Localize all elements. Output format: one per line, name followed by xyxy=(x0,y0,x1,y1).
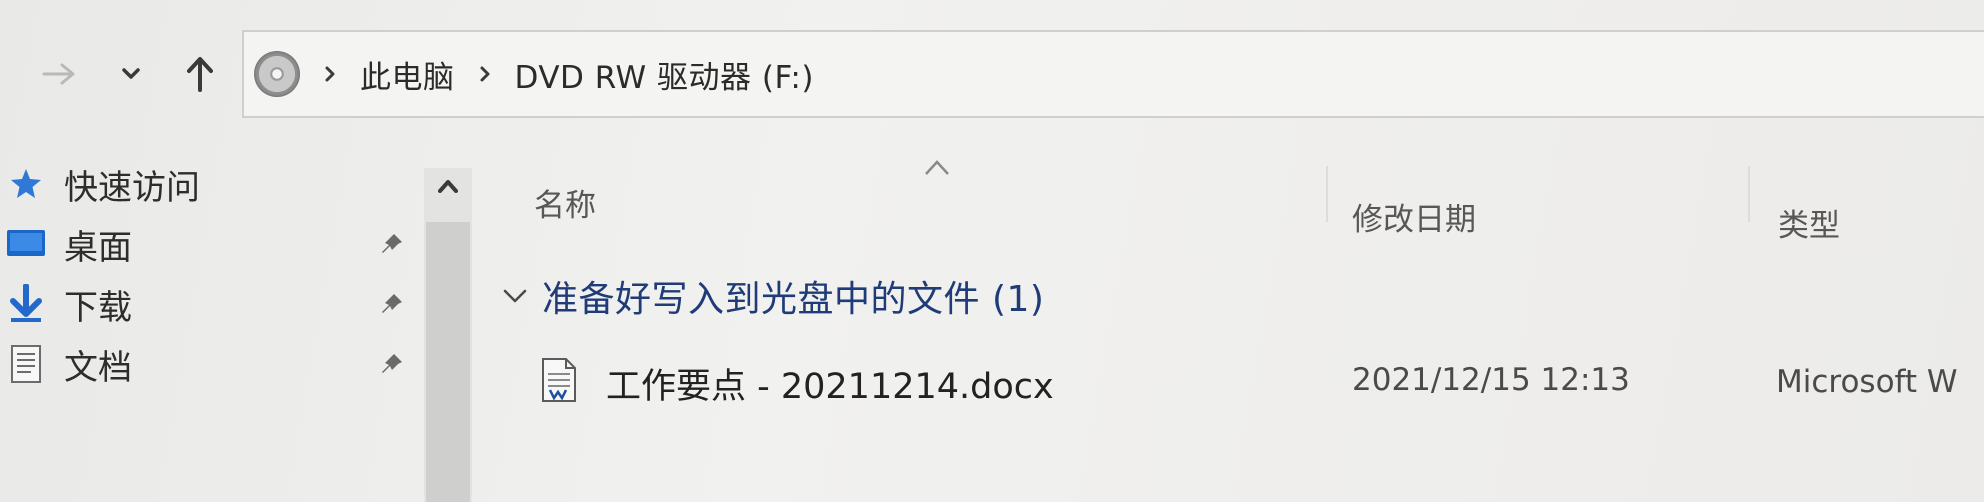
group-header[interactable]: 准备好写入到光盘中的文件 (1) xyxy=(500,270,1044,322)
document-icon xyxy=(0,340,52,388)
chevron-right-icon[interactable] xyxy=(473,65,497,83)
chevron-up-icon xyxy=(438,180,458,193)
forward-button[interactable] xyxy=(34,50,84,98)
word-document-icon xyxy=(542,358,576,402)
sidebar-item-downloads[interactable]: 下载 xyxy=(0,276,420,332)
sidebar-item-label: 快速访问 xyxy=(64,167,200,208)
address-bar[interactable]: 此电脑 DVD RW 驱动器 (F:) xyxy=(242,30,1984,118)
navigation-pane: 快速访问 桌面 下载 文档 xyxy=(0,140,472,502)
breadcrumb-this-pc[interactable]: 此电脑 xyxy=(360,52,455,97)
column-divider[interactable] xyxy=(1748,166,1750,222)
chevron-down-icon xyxy=(122,68,140,79)
scrollbar-thumb[interactable] xyxy=(426,222,470,502)
chevron-down-icon[interactable] xyxy=(500,281,530,311)
dvd-drive-icon xyxy=(254,51,300,97)
file-name[interactable]: 工作要点 - 20211214.docx xyxy=(606,358,1054,409)
up-one-level-button[interactable] xyxy=(172,46,228,102)
navigation-bar: 此电脑 DVD RW 驱动器 (F:) xyxy=(0,0,1984,140)
sidebar-item-documents[interactable]: 文档 xyxy=(0,336,420,392)
column-header-modified[interactable]: 修改日期 xyxy=(1352,194,1476,239)
sidebar-item-quick-access[interactable]: 快速访问 xyxy=(0,156,420,212)
column-header-name[interactable]: 名称 xyxy=(534,180,596,225)
pin-icon[interactable] xyxy=(378,350,406,378)
sort-ascending-icon xyxy=(925,160,949,175)
breadcrumb-dvd-drive[interactable]: DVD RW 驱动器 (F:) xyxy=(515,52,814,97)
arrow-up-icon xyxy=(187,57,213,92)
file-explorer-window: 此电脑 DVD RW 驱动器 (F:) 快速访问 桌面 下载 文档 名称 修改日… xyxy=(0,0,1984,502)
file-modified-date: 2021/12/15 12:13 xyxy=(1352,362,1630,398)
chevron-right-icon[interactable] xyxy=(318,65,342,83)
sidebar-item-label: 文档 xyxy=(64,347,132,388)
arrow-right-icon xyxy=(42,63,75,85)
scroll-up-button[interactable] xyxy=(430,168,466,204)
column-divider[interactable] xyxy=(1326,166,1328,222)
column-header-type[interactable]: 类型 xyxy=(1778,200,1840,245)
pin-icon[interactable] xyxy=(378,290,406,318)
pin-icon[interactable] xyxy=(378,230,406,258)
download-icon xyxy=(0,280,52,328)
group-title: 准备好写入到光盘中的文件 (1) xyxy=(542,279,1045,320)
table-row[interactable]: 工作要点 - 20211214.docx 2021/12/15 12:13 Mi… xyxy=(480,344,1984,414)
star-icon xyxy=(0,160,52,208)
sidebar-item-label: 桌面 xyxy=(64,227,132,268)
file-list: 名称 修改日期 类型 准备好写入到光盘中的文件 (1) 工作要点 - 20211… xyxy=(480,140,1984,502)
sidebar-item-desktop[interactable]: 桌面 xyxy=(0,216,420,272)
file-type: Microsoft W xyxy=(1776,364,1958,400)
recent-locations-button[interactable] xyxy=(112,50,150,98)
desktop-icon xyxy=(0,220,52,268)
sidebar-item-label: 下载 xyxy=(64,287,132,328)
